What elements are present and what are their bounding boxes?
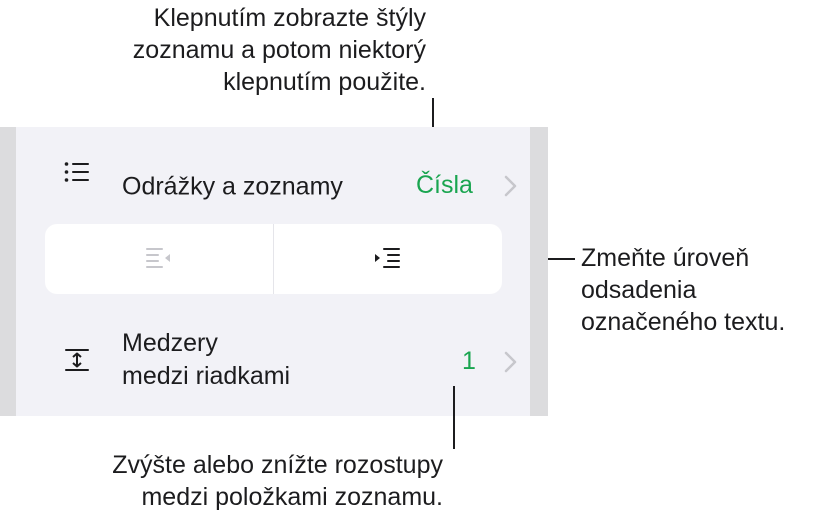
callout-text-line: odsadenia [581, 276, 697, 304]
callout-text-line: Klepnutím zobrazte štýly [153, 4, 426, 32]
line-spacing-label: Medzery medzi riadkami [122, 327, 290, 393]
callout-indent: Zmeňte úroveň odsadenia označeného textu… [581, 242, 785, 338]
chevron-right-icon [503, 350, 519, 374]
callout-text-line: Zvýšte alebo znížte rozostupy [112, 451, 443, 479]
callout-text-line: označeného textu. [581, 308, 786, 336]
line-spacing-label-line2: medzi riadkami [122, 362, 291, 390]
callout-spacing: Zvýšte alebo znížte rozostupy medzi polo… [112, 449, 443, 513]
increase-indent-button[interactable] [274, 224, 502, 294]
bullets-and-lists-label: Odrážky a zoznamy [122, 172, 343, 201]
callout-text-line: klepnutím použite. [223, 68, 426, 96]
list-style-value: Čísla [416, 171, 473, 199]
callout-leader-line [453, 386, 455, 449]
line-spacing-value: 1 [462, 347, 476, 375]
chevron-right-icon [503, 174, 519, 198]
callout-text-line: zoznamu a potom niektorý [132, 36, 426, 64]
decrease-indent-button[interactable] [45, 224, 273, 294]
bullets-and-lists-row[interactable]: Odrážky a zoznamy Čísla [16, 127, 530, 217]
callout-text-line: Zmeňte úroveň [581, 244, 750, 272]
increase-indent-icon [375, 246, 401, 273]
decrease-indent-icon [146, 246, 172, 273]
list-bullets-icon [62, 157, 92, 187]
line-spacing-label-line1: Medzery [122, 329, 218, 357]
indent-segmented-control [45, 224, 502, 294]
callout-list-styles: Klepnutím zobrazte štýly zoznamu a potom… [133, 2, 426, 98]
line-spacing-icon [62, 345, 92, 375]
callout-text-line: medzi položkami zoznamu. [141, 483, 443, 511]
